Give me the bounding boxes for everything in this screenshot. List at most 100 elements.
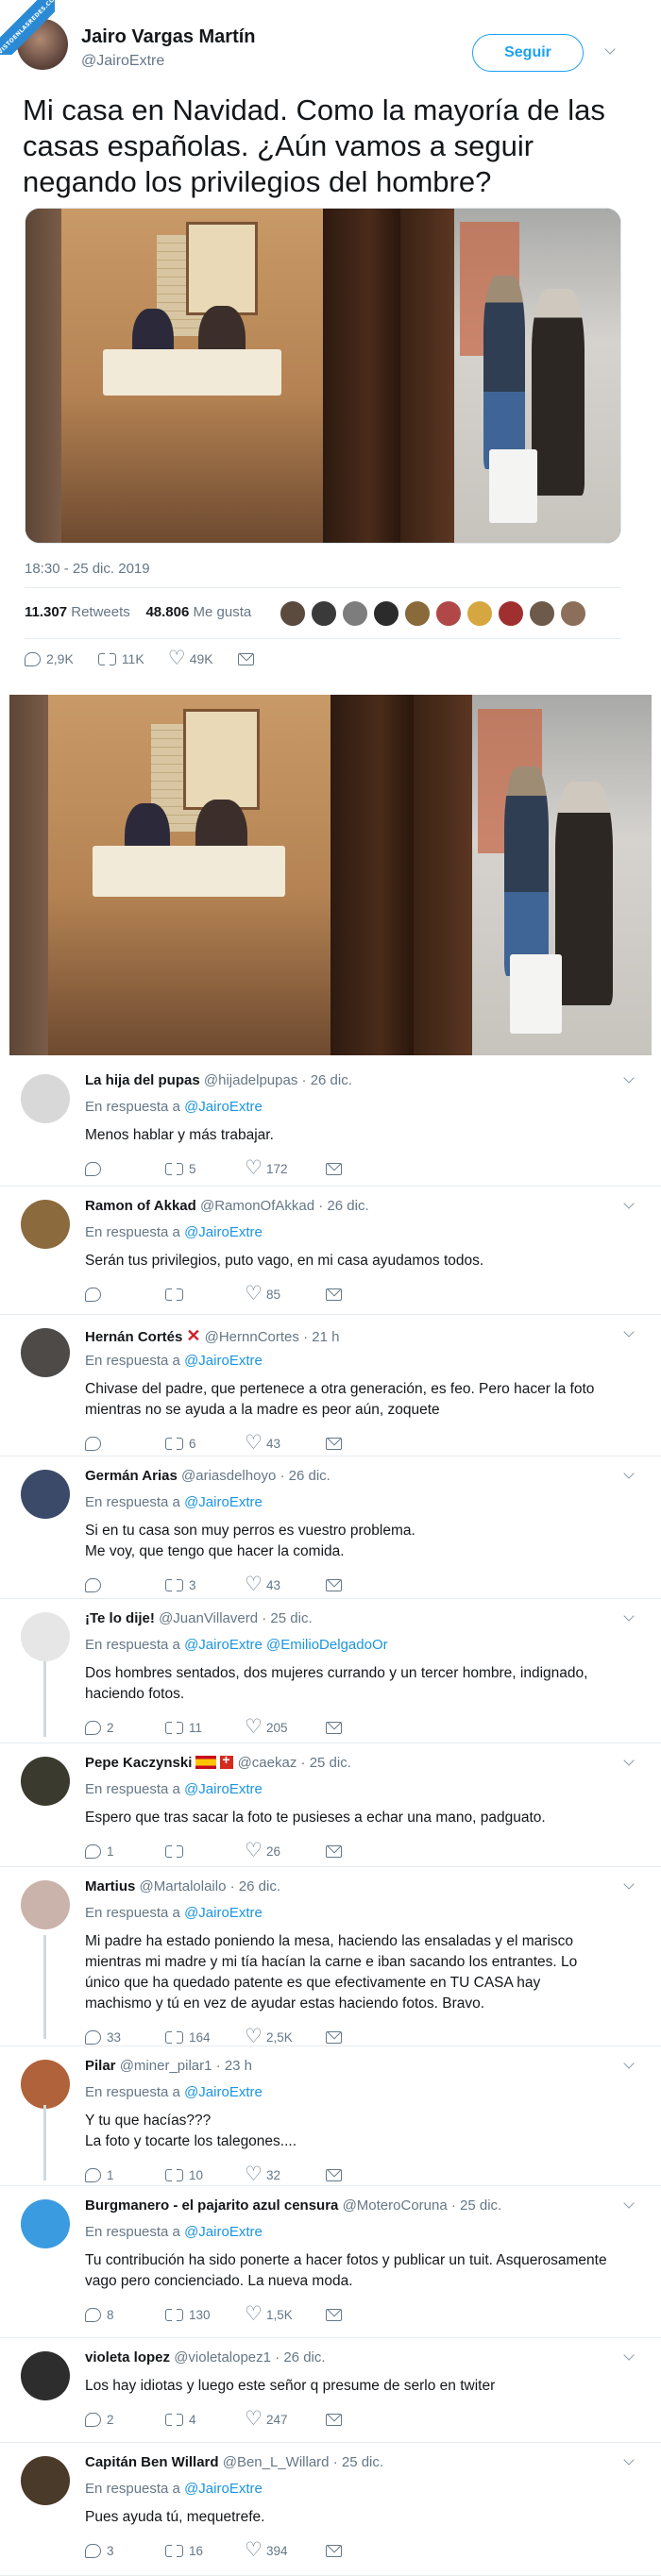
chevron-down-icon[interactable] bbox=[604, 45, 618, 59]
reply-avatar[interactable] bbox=[21, 2060, 70, 2109]
chevron-down-icon[interactable] bbox=[623, 2456, 636, 2469]
liker-avatar[interactable] bbox=[342, 600, 368, 627]
message-button[interactable] bbox=[326, 2030, 406, 2044]
author-name[interactable]: Jairo Vargas Martín bbox=[81, 26, 256, 48]
reply-avatar[interactable] bbox=[21, 2456, 70, 2505]
reply-author-name[interactable]: ¡Te lo dije! bbox=[85, 1610, 155, 1626]
like-button[interactable]: 43 bbox=[245, 1573, 326, 1595]
message-button[interactable] bbox=[326, 2168, 406, 2181]
reply-author-name[interactable]: Burgmanero - el pajarito azul censura bbox=[85, 2197, 338, 2214]
chevron-down-icon[interactable] bbox=[623, 2351, 636, 2365]
message-button[interactable] bbox=[237, 652, 254, 665]
in-reply-to-handle[interactable]: @JairoExtre bbox=[184, 2481, 263, 2497]
like-button[interactable]: 85 bbox=[245, 1282, 326, 1305]
in-reply-to-handle[interactable]: @JairoExtre bbox=[184, 2084, 263, 2100]
retweet-button[interactable]: 3 bbox=[165, 1576, 246, 1593]
reply-avatar[interactable] bbox=[21, 2351, 70, 2400]
liker-avatar[interactable] bbox=[435, 600, 462, 627]
retweet-button[interactable]: 11K bbox=[97, 650, 144, 667]
liker-avatar[interactable] bbox=[498, 600, 524, 627]
message-button[interactable] bbox=[326, 1844, 406, 1858]
chevron-down-icon[interactable] bbox=[623, 1757, 636, 1770]
reply-button[interactable]: 2 bbox=[85, 1720, 165, 1735]
reply-button[interactable]: 1 bbox=[85, 1844, 165, 1859]
message-button[interactable] bbox=[326, 2544, 406, 2557]
reply-author-handle[interactable]: @miner_pilar1 bbox=[120, 2058, 212, 2074]
enlarged-photo[interactable] bbox=[9, 695, 652, 1055]
message-button[interactable] bbox=[326, 1162, 406, 1175]
reply-author-handle[interactable]: @MoteroCoruna bbox=[343, 2197, 448, 2214]
reply-avatar[interactable] bbox=[21, 1757, 70, 1806]
like-button[interactable]: 2,5K bbox=[245, 2025, 326, 2047]
author-handle[interactable]: @JairoExtre bbox=[81, 53, 164, 70]
tweet-photo[interactable] bbox=[25, 208, 621, 544]
reply-author-handle[interactable]: @Martalolailo bbox=[140, 1878, 227, 1894]
reply-author-name[interactable]: Hernán Cortés bbox=[85, 1329, 182, 1345]
liker-avatar[interactable] bbox=[373, 600, 399, 627]
like-button[interactable]: 26 bbox=[245, 1839, 326, 1861]
chevron-down-icon[interactable] bbox=[623, 1328, 636, 1341]
like-button[interactable]: 205 bbox=[245, 1715, 326, 1738]
like-count[interactable]: 48.806 bbox=[145, 604, 189, 620]
reply-time[interactable]: 26 dic. bbox=[289, 1468, 330, 1484]
retweet-button[interactable] bbox=[165, 1286, 246, 1303]
reply-button[interactable] bbox=[85, 1577, 165, 1592]
liker-avatar[interactable] bbox=[311, 600, 337, 627]
reply-author-name[interactable]: La hija del pupas bbox=[85, 1072, 200, 1088]
reply-author-handle[interactable]: @Ben_L_Willard bbox=[223, 2454, 330, 2470]
reply-author-handle[interactable]: @ariasdelhoyo bbox=[181, 1468, 276, 1484]
reply-avatar[interactable] bbox=[21, 1880, 70, 1929]
message-button[interactable] bbox=[326, 2308, 406, 2321]
retweets-label[interactable]: Retweets bbox=[71, 604, 130, 620]
chevron-down-icon[interactable] bbox=[623, 1470, 636, 1483]
retweet-button[interactable]: 16 bbox=[165, 2542, 246, 2559]
chevron-down-icon[interactable] bbox=[623, 1880, 636, 1894]
liker-avatar[interactable] bbox=[280, 600, 306, 627]
reply-time[interactable]: 26 dic. bbox=[283, 2349, 325, 2366]
retweet-button[interactable]: 10 bbox=[165, 2166, 246, 2183]
reply-time[interactable]: 26 dic. bbox=[327, 1198, 368, 1214]
reply-author-name[interactable]: violeta lopez bbox=[85, 2349, 170, 2366]
retweet-button[interactable]: 164 bbox=[165, 2029, 246, 2046]
chevron-down-icon[interactable] bbox=[623, 1200, 636, 1213]
chevron-down-icon[interactable] bbox=[623, 2199, 636, 2213]
in-reply-to-handle[interactable]: @JairoExtre bbox=[184, 2224, 263, 2240]
reply-author-handle[interactable]: @caekaz bbox=[238, 1755, 297, 1771]
retweet-button[interactable]: 5 bbox=[165, 1160, 246, 1177]
like-button[interactable]: 49K bbox=[168, 647, 213, 669]
message-button[interactable] bbox=[326, 1437, 406, 1450]
reply-author-handle[interactable]: @violetalopez1 bbox=[174, 2349, 271, 2366]
message-button[interactable] bbox=[326, 2413, 406, 2426]
like-button[interactable]: 394 bbox=[245, 2538, 326, 2561]
retweet-button[interactable] bbox=[165, 1843, 246, 1860]
retweet-button[interactable]: 130 bbox=[165, 2306, 246, 2323]
reply-avatar[interactable] bbox=[21, 2199, 70, 2248]
retweet-button[interactable]: 4 bbox=[165, 2411, 246, 2428]
reply-time[interactable]: 26 dic. bbox=[311, 1072, 352, 1088]
likes-label[interactable]: Me gusta bbox=[194, 604, 252, 620]
like-button[interactable]: 1,5K bbox=[245, 2302, 326, 2325]
reply-author-name[interactable]: Pepe Kaczynski bbox=[85, 1755, 192, 1771]
retweet-count[interactable]: 11.307 bbox=[25, 604, 67, 620]
like-button[interactable]: 32 bbox=[245, 2163, 326, 2185]
liker-avatar[interactable] bbox=[560, 600, 586, 627]
reply-time[interactable]: 23 h bbox=[225, 2058, 252, 2074]
chevron-down-icon[interactable] bbox=[623, 1612, 636, 1625]
in-reply-to-handle[interactable]: @JairoExtre bbox=[184, 1905, 263, 1921]
like-button[interactable]: 43 bbox=[245, 1431, 326, 1454]
reply-author-name[interactable]: Pilar bbox=[85, 2058, 116, 2074]
reply-time[interactable]: 25 dic. bbox=[342, 2454, 383, 2470]
reply-time[interactable]: 21 h bbox=[312, 1329, 339, 1345]
liker-avatar[interactable] bbox=[529, 600, 555, 627]
reply-author-handle[interactable]: @hijadelpupas bbox=[204, 1072, 297, 1088]
tweet-timestamp[interactable]: 18:30 - 25 dic. 2019 bbox=[25, 561, 150, 577]
reply-author-name[interactable]: Capitán Ben Willard bbox=[85, 2454, 219, 2470]
reply-button[interactable]: 2 bbox=[85, 2412, 165, 2427]
like-button[interactable]: 247 bbox=[245, 2407, 326, 2430]
reply-author-name[interactable]: Germán Arias bbox=[85, 1468, 178, 1484]
reply-time[interactable]: 26 dic. bbox=[239, 1878, 280, 1894]
reply-button[interactable]: 33 bbox=[85, 2029, 165, 2045]
chevron-down-icon[interactable] bbox=[623, 2060, 636, 2073]
reply-button[interactable]: 8 bbox=[85, 2307, 165, 2322]
retweet-button[interactable]: 6 bbox=[165, 1435, 246, 1452]
